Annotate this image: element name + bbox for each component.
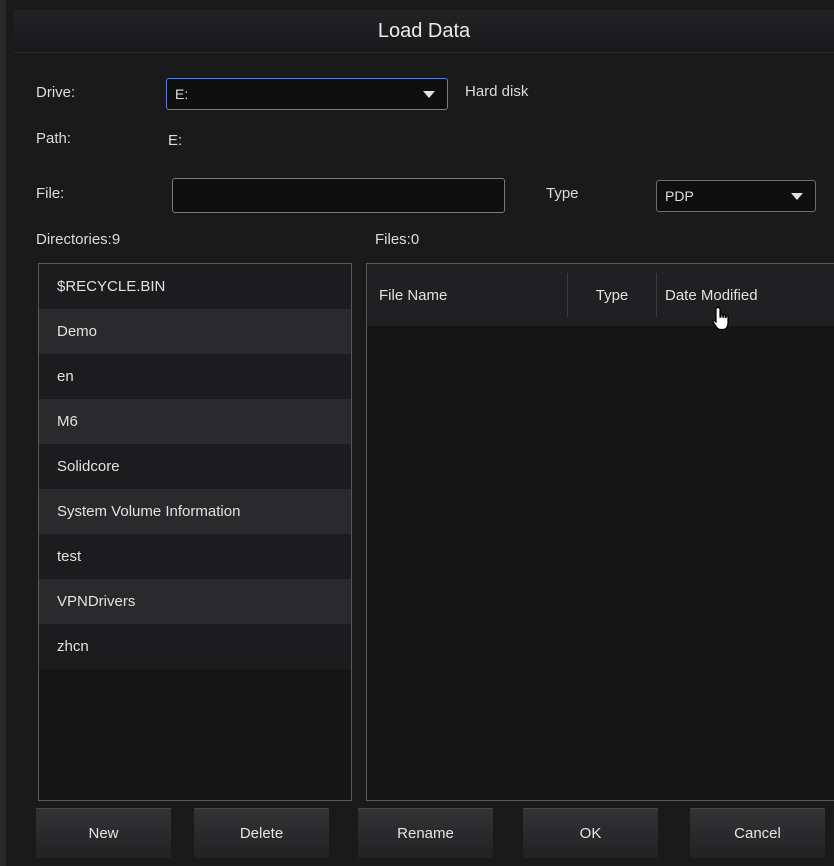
directory-item[interactable]: en <box>39 354 351 399</box>
column-header-date-modified[interactable]: Date Modified <box>657 273 834 317</box>
file-type-select-value: PDP <box>665 188 694 204</box>
drive-select-value: E: <box>175 86 189 102</box>
cancel-button[interactable]: Cancel <box>690 808 825 858</box>
file-label: File: <box>36 185 65 202</box>
column-header-file-name[interactable]: File Name <box>367 273 568 317</box>
file-list[interactable]: File Name Type Date Modified <box>366 263 834 801</box>
path-value: E: <box>168 132 183 149</box>
chevron-down-icon <box>791 193 803 200</box>
drive-label: Drive: <box>36 84 76 101</box>
dialog-title: Load Data <box>377 19 471 42</box>
column-header-type[interactable]: Type <box>568 273 657 317</box>
file-type-select[interactable]: PDP <box>656 180 816 212</box>
chevron-down-icon <box>423 91 435 98</box>
file-name-input[interactable] <box>172 178 505 213</box>
directory-item[interactable]: Solidcore <box>39 444 351 489</box>
directory-list[interactable]: $RECYCLE.BIN Demo en M6 Solidcore System… <box>38 263 352 801</box>
hand-pointer-icon <box>712 306 729 331</box>
file-type-label: Type <box>546 185 579 202</box>
new-button[interactable]: New <box>36 808 171 858</box>
drive-select[interactable]: E: <box>166 78 448 110</box>
directory-item[interactable]: zhcn <box>39 624 351 669</box>
path-label: Path: <box>36 130 72 147</box>
directory-item[interactable]: VPNDrivers <box>39 579 351 624</box>
directories-count-label: Directories:9 <box>36 231 121 248</box>
delete-button[interactable]: Delete <box>194 808 329 858</box>
ok-button[interactable]: OK <box>523 808 658 858</box>
directory-item[interactable]: test <box>39 534 351 579</box>
directory-item[interactable]: System Volume Information <box>39 489 351 534</box>
drive-description: Hard disk <box>465 83 529 100</box>
directory-item[interactable]: Demo <box>39 309 351 354</box>
files-count-label: Files:0 <box>375 231 420 248</box>
file-list-header: File Name Type Date Modified <box>367 264 834 326</box>
rename-button[interactable]: Rename <box>358 808 493 858</box>
dialog-title-bar: Load Data <box>14 10 834 53</box>
directory-item[interactable]: $RECYCLE.BIN <box>39 264 351 309</box>
directory-item[interactable]: M6 <box>39 399 351 444</box>
load-data-dialog: Load Data Drive: E: Hard disk Path: E: F… <box>0 0 834 866</box>
